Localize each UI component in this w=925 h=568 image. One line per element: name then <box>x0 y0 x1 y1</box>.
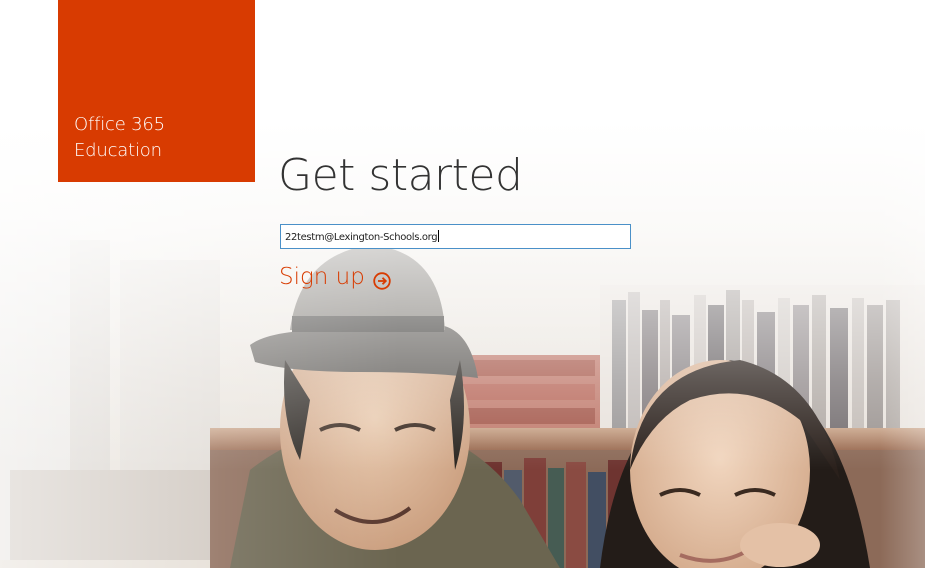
brand-line-education: Education <box>74 140 162 161</box>
circle-arrow-right-icon <box>373 270 391 290</box>
signup-page: Office 365 Education Get started 22testm… <box>0 0 925 568</box>
brand-line-office: Office 365 <box>74 114 165 135</box>
brand-name: Office 365 Education <box>74 112 165 164</box>
sign-up-label: Sign up <box>279 264 365 290</box>
sign-up-button[interactable]: Sign up <box>279 264 391 290</box>
email-input[interactable] <box>280 224 631 249</box>
page-title: Get started <box>278 150 523 201</box>
office-365-education-logo-tile: Office 365 Education <box>58 0 255 182</box>
